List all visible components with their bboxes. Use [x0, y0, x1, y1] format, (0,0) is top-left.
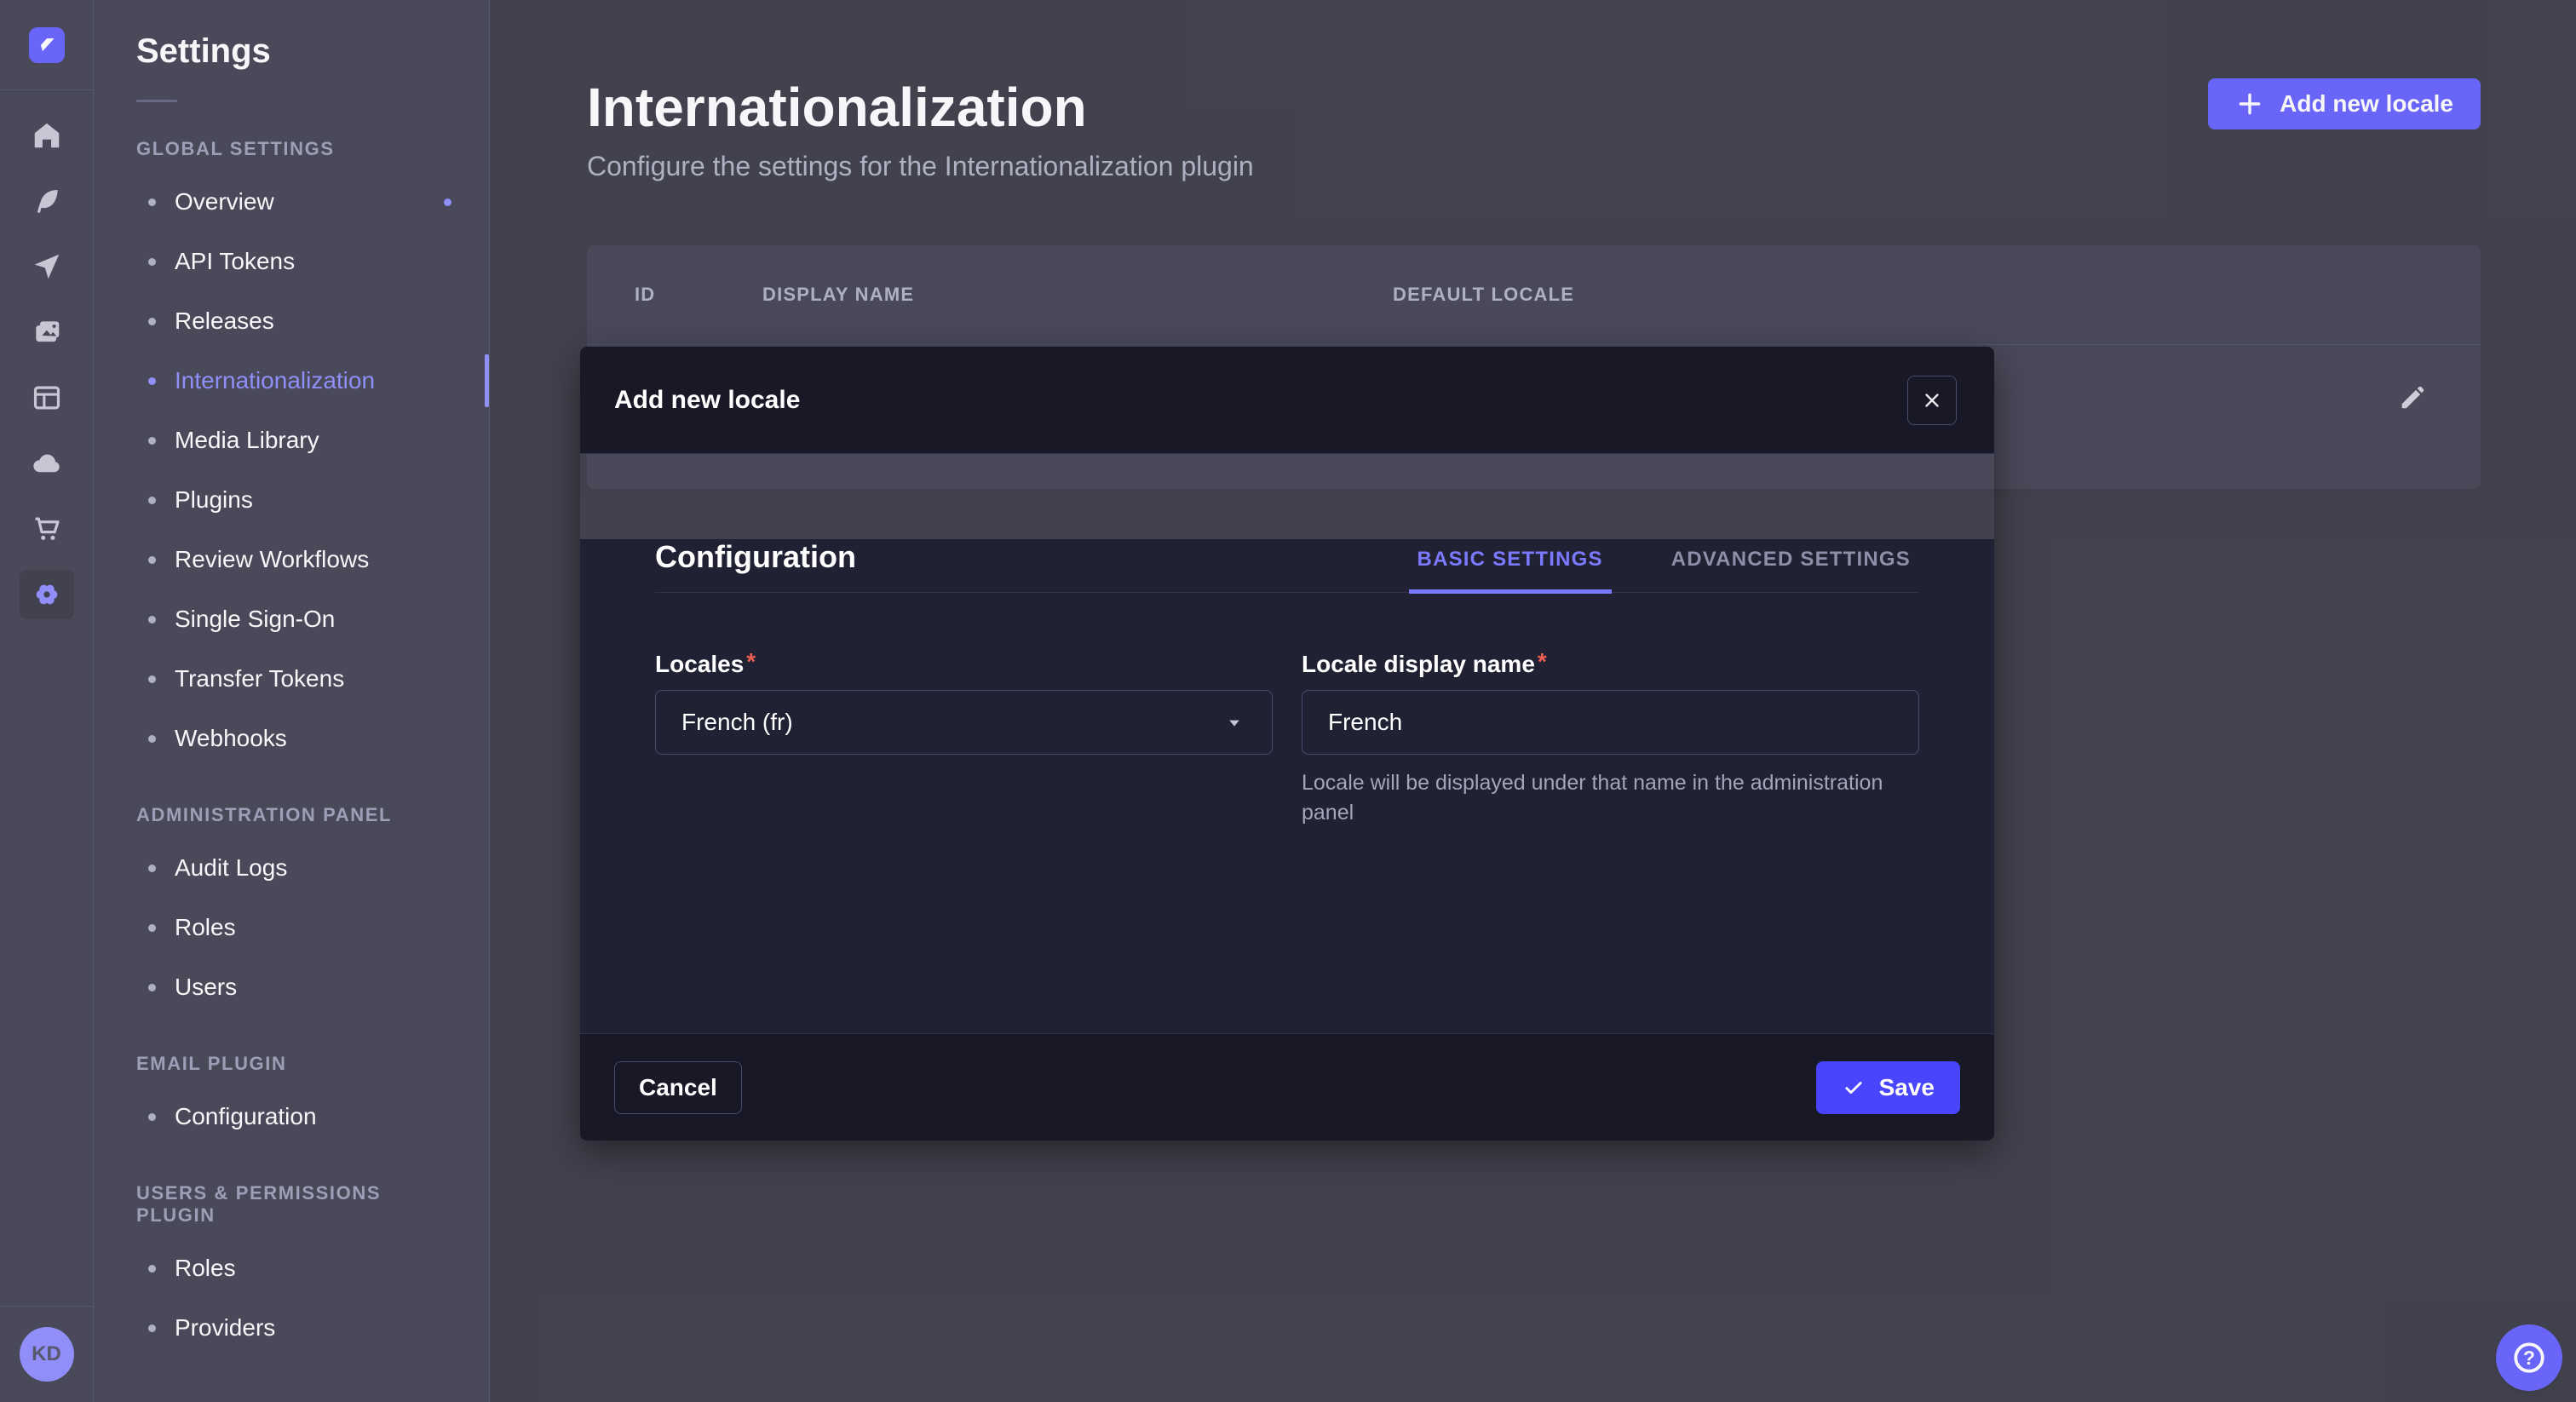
check-icon: [1842, 1076, 1866, 1100]
configuration-title: Configuration: [655, 539, 856, 575]
display-name-label: Locale display name*: [1302, 651, 1919, 678]
configuration-header: Configuration BASIC SETTINGS ADVANCED SE…: [655, 539, 1919, 593]
close-icon: [1921, 389, 1943, 411]
modal-body: Configuration BASIC SETTINGS ADVANCED SE…: [580, 539, 1994, 1033]
required-asterisk: *: [1538, 648, 1547, 675]
save-button[interactable]: Save: [1816, 1061, 1960, 1114]
display-name-hint: Locale will be displayed under that name…: [1302, 768, 1919, 828]
locales-select[interactable]: French (fr): [655, 690, 1273, 755]
display-name-field: Locale display name* Locale will be disp…: [1302, 651, 1919, 828]
tab-basic-settings[interactable]: BASIC SETTINGS: [1409, 548, 1612, 592]
locale-form: Locales* French (fr) Locale display name…: [655, 651, 1919, 828]
cancel-button[interactable]: Cancel: [614, 1061, 742, 1114]
locales-select-value: French (fr): [681, 709, 793, 736]
save-button-label: Save: [1879, 1074, 1935, 1101]
modal-title: Add new locale: [614, 386, 800, 415]
display-name-input[interactable]: [1302, 690, 1919, 755]
tab-advanced-settings[interactable]: ADVANCED SETTINGS: [1663, 548, 1919, 592]
locales-field: Locales* French (fr): [655, 651, 1273, 828]
required-asterisk: *: [746, 648, 756, 675]
locales-label: Locales*: [655, 651, 1273, 678]
chevron-down-icon: [1222, 710, 1246, 734]
close-modal-button[interactable]: [1907, 376, 1957, 425]
add-locale-modal: Add new locale Configuration BASIC SETTI…: [580, 347, 1994, 1141]
settings-tabs: BASIC SETTINGS ADVANCED SETTINGS: [1409, 548, 1919, 592]
modal-header: Add new locale: [580, 347, 1994, 454]
modal-footer: Cancel Save: [580, 1033, 1994, 1141]
